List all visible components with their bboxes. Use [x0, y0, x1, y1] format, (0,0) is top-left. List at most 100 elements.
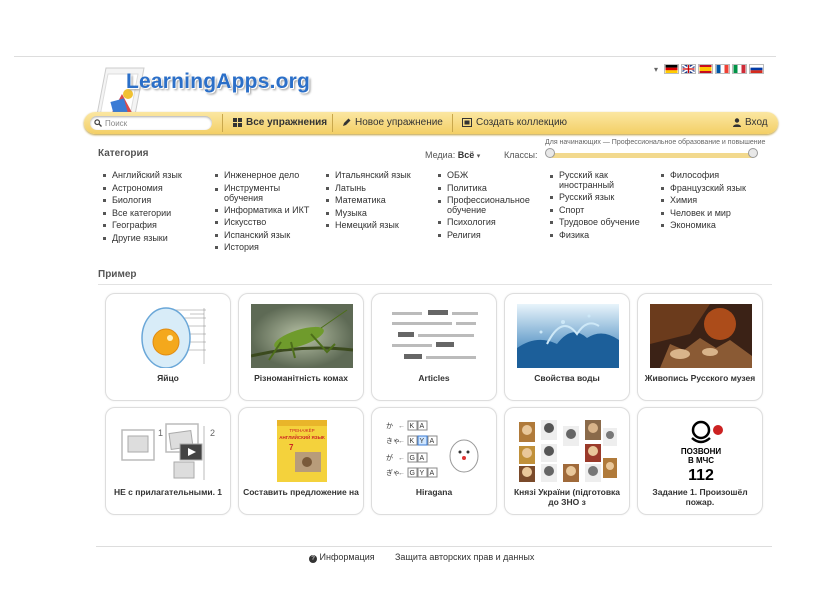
flag-gb-icon[interactable]: [681, 64, 697, 74]
category-link[interactable]: Биология: [101, 194, 211, 207]
category-link[interactable]: Инструменты обучения: [213, 183, 317, 203]
new-exercise-label[interactable]: Новое упражнение: [355, 117, 443, 128]
book-line1: ТРЕНАЖЁР: [289, 427, 314, 433]
hiragana-letter: A: [430, 438, 435, 445]
media-value[interactable]: Всё: [458, 150, 475, 160]
flag-fr-icon[interactable]: [715, 64, 731, 74]
flag-ru-icon[interactable]: [749, 64, 765, 74]
collection-icon: [462, 118, 472, 127]
svg-text:←: ←: [398, 423, 405, 430]
category-link[interactable]: Физика: [548, 229, 652, 242]
sample-card[interactable]: 1 2 НЕ с прилагательными. 1: [105, 407, 231, 515]
category-link[interactable]: ОБЖ: [436, 169, 546, 182]
category-link[interactable]: Человек и мир: [659, 207, 769, 220]
hiragana-letter: A: [430, 470, 435, 477]
book-cover-icon: ТРЕНАЖЁР АНГЛИЙСКИЙ ЯЗЫК 7: [277, 420, 327, 482]
category-column: Инженерное дело Инструменты обучения Инф…: [213, 169, 317, 254]
category-title: Категория: [98, 148, 149, 159]
category-link[interactable]: Спорт: [548, 204, 652, 217]
sample-caption[interactable]: Hiragana: [376, 487, 492, 497]
sample-caption[interactable]: Яйцо: [110, 373, 226, 383]
category-link[interactable]: Другие языки: [101, 232, 211, 245]
sample-caption[interactable]: Різноманітність комах: [243, 373, 359, 383]
svg-text:←: ←: [398, 455, 405, 462]
range-caption: Для начинающих — Профессиональное образо…: [545, 139, 766, 146]
search-input[interactable]: Поиск: [105, 119, 127, 128]
category-link[interactable]: Испанский язык: [213, 229, 317, 242]
category-link[interactable]: Религия: [436, 229, 546, 242]
sample-card[interactable]: ТРЕНАЖЁР АНГЛИЙСКИЙ ЯЗЫК 7 Составить пре…: [238, 407, 364, 515]
sample-card[interactable]: Різноманітність комах: [238, 293, 364, 401]
info-link[interactable]: ? Информация: [309, 552, 375, 563]
search-field[interactable]: Поиск: [90, 116, 212, 130]
language-dropdown-icon[interactable]: ▾: [654, 65, 658, 74]
flag-de-icon[interactable]: [664, 64, 680, 74]
flag-it-icon[interactable]: [732, 64, 748, 74]
class-range-slider[interactable]: [550, 153, 755, 158]
category-link[interactable]: Искусство: [213, 216, 317, 229]
sample-card[interactable]: Свойства воды: [504, 293, 630, 401]
sample-caption[interactable]: Задание 1. Произошёл пожар.: [642, 487, 758, 507]
user-icon: [733, 118, 741, 127]
sample-card[interactable]: ПОЗВОНИ В МЧС 112 Задание 1. Произошёл п…: [637, 407, 763, 515]
all-exercises-link[interactable]: Все упражнения: [233, 117, 327, 128]
category-link[interactable]: Трудовое обучение: [548, 216, 652, 229]
mchs-poster-icon: ПОЗВОНИ В МЧС 112: [681, 420, 723, 482]
category-link[interactable]: Русский язык: [548, 191, 652, 204]
grasshopper-photo-icon: [251, 304, 353, 368]
new-exercise-link[interactable]: Новое упражнение: [342, 117, 443, 128]
sample-caption[interactable]: Свойства воды: [509, 373, 625, 383]
category-link[interactable]: Психология: [436, 216, 546, 229]
all-exercises-label[interactable]: Все упражнения: [246, 117, 327, 128]
category-link[interactable]: Инженерное дело: [213, 169, 317, 182]
logo-text[interactable]: LearningApps.org: [126, 70, 310, 94]
category-link[interactable]: Немецкий язык: [324, 219, 434, 232]
chevron-down-icon[interactable]: ▾: [477, 153, 481, 160]
category-link[interactable]: Философия: [659, 169, 769, 182]
hiragana-letter: G: [410, 455, 415, 462]
category-link[interactable]: Русский как иностранный: [548, 170, 652, 190]
language-selector[interactable]: ▾: [654, 64, 765, 74]
category-link[interactable]: История: [213, 241, 317, 254]
category-link[interactable]: Все категории: [101, 207, 211, 220]
create-collection-link[interactable]: Создать коллекцию: [462, 117, 567, 128]
sample-card[interactable]: Articles: [371, 293, 497, 401]
range-min-handle[interactable]: [545, 148, 555, 158]
sample-caption[interactable]: НЕ с прилагательными. 1: [110, 487, 226, 497]
category-link[interactable]: Итальянский язык: [324, 169, 434, 182]
sample-caption[interactable]: Составить предложение на: [243, 487, 359, 497]
category-link[interactable]: Математика: [324, 194, 434, 207]
sample-card[interactable]: Яйцо: [105, 293, 231, 401]
info-label[interactable]: Информация: [320, 552, 375, 562]
book-line2: АНГЛИЙСКИЙ ЯЗЫК: [279, 433, 325, 440]
hiragana-letter: K: [410, 423, 415, 430]
create-collection-label[interactable]: Создать коллекцию: [476, 117, 567, 128]
sample-caption[interactable]: Articles: [376, 373, 492, 383]
search-icon: [94, 119, 102, 127]
flag-es-icon[interactable]: [698, 64, 714, 74]
category-link[interactable]: Экономика: [659, 219, 769, 232]
category-link[interactable]: Музыка: [324, 207, 434, 220]
login-link[interactable]: Вход: [733, 117, 768, 128]
copyright-link[interactable]: Защита авторских прав и данных: [395, 552, 534, 562]
category-link[interactable]: Латынь: [324, 182, 434, 195]
category-link[interactable]: Английский язык: [101, 169, 211, 182]
category-link[interactable]: Информатика и ИКТ: [213, 204, 317, 217]
range-max-handle[interactable]: [748, 148, 758, 158]
svg-text:←: ←: [398, 470, 405, 477]
category-link[interactable]: Профессиональное обучение: [436, 195, 546, 215]
category-link[interactable]: Французский язык: [659, 182, 769, 195]
classes-label: Классы:: [504, 150, 538, 160]
sample-card[interactable]: か ← K A きゃ ← K Y A が ← G A ぎゃ ← G Y A Hi…: [371, 407, 497, 515]
sample-card[interactable]: Князі України (підготовка до ЗНО з: [504, 407, 630, 515]
sample-caption[interactable]: Живопись Русского музея: [642, 373, 758, 383]
mchs-line2: В МЧС: [688, 456, 714, 465]
sample-caption[interactable]: Князі України (підготовка до ЗНО з: [509, 487, 625, 507]
category-link[interactable]: Астрономия: [101, 182, 211, 195]
category-link[interactable]: Политика: [436, 182, 546, 195]
sample-card[interactable]: Живопись Русского музея: [637, 293, 763, 401]
media-filter[interactable]: Медиа: Всё ▾: [425, 150, 480, 160]
category-link[interactable]: География: [101, 219, 211, 232]
login-label[interactable]: Вход: [745, 117, 768, 128]
category-link[interactable]: Химия: [659, 194, 769, 207]
